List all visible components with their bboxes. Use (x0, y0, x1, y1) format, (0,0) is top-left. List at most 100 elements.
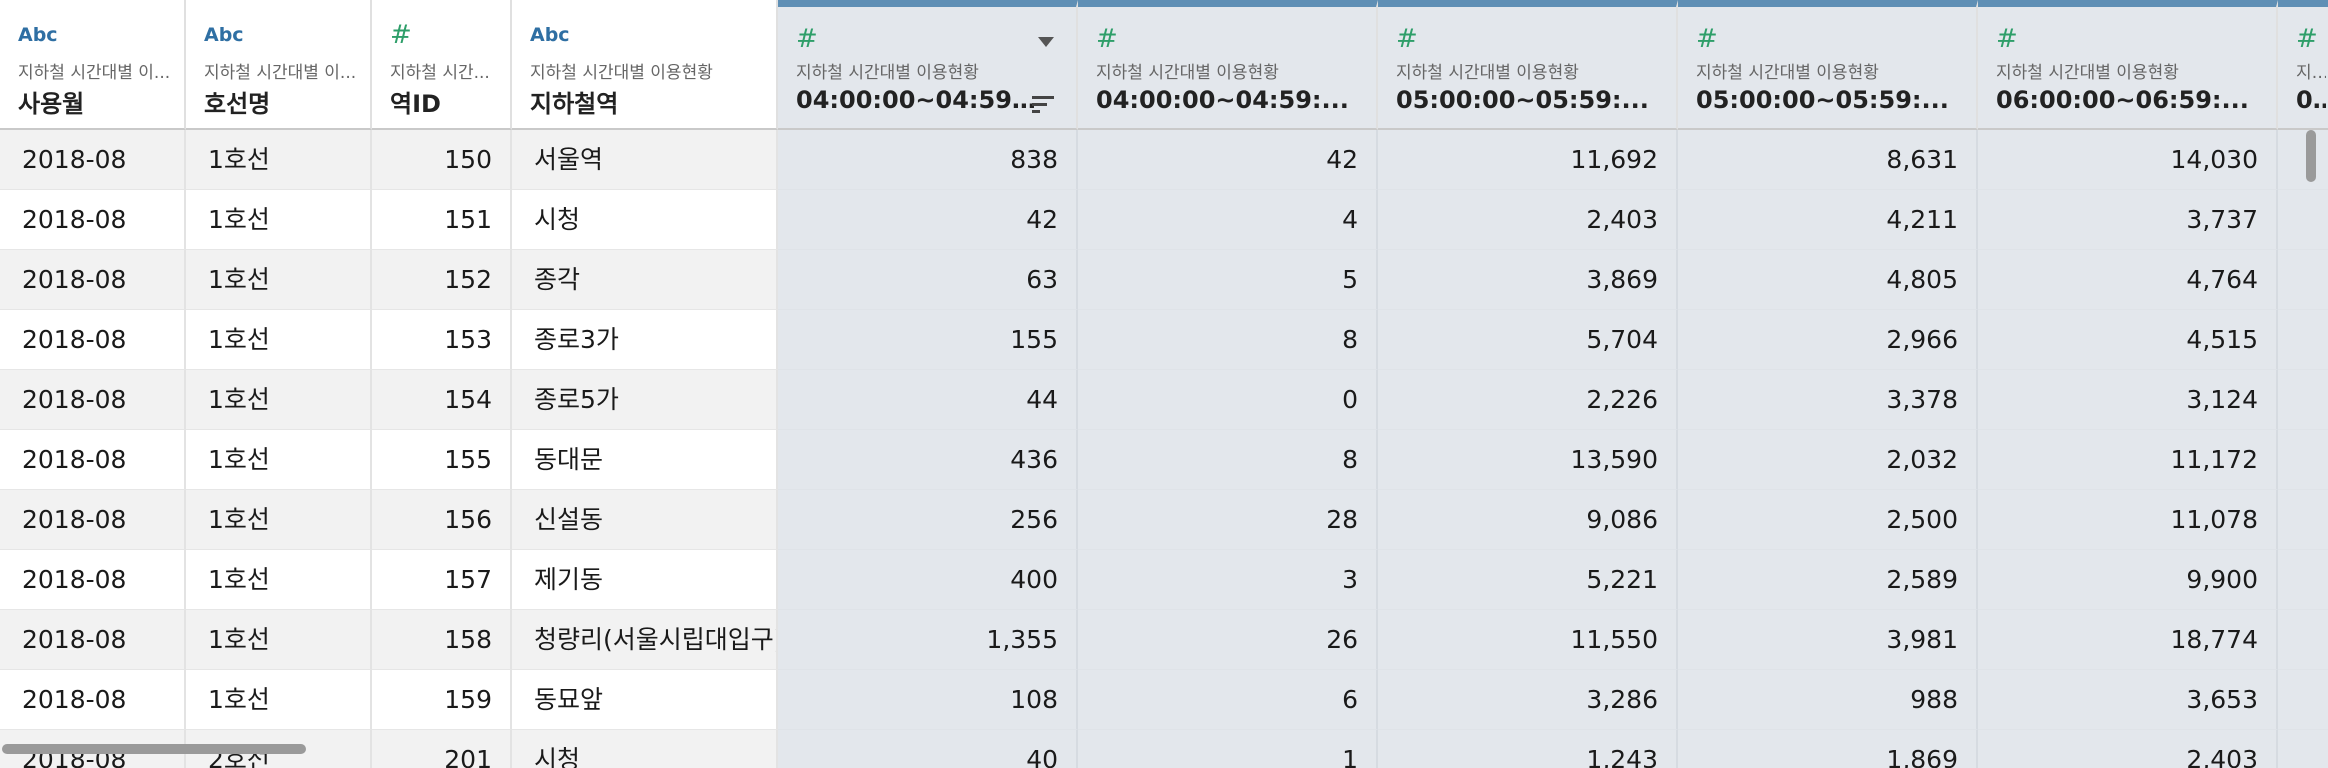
column-menu-dropdown-icon[interactable] (1038, 37, 1054, 47)
table-cell[interactable]: 201 (372, 730, 512, 768)
horizontal-scrollbar[interactable] (2, 744, 306, 754)
table-cell[interactable]: 종로3가 (512, 310, 778, 370)
table-cell[interactable]: 108 (778, 670, 1078, 730)
table-cell[interactable]: 18,774 (1978, 610, 2278, 670)
table-cell[interactable]: 2018-08 (0, 370, 186, 430)
table-cell[interactable]: 150 (372, 130, 512, 190)
table-cell[interactable]: 400 (778, 550, 1078, 610)
table-cell[interactable]: 4,805 (1678, 250, 1978, 310)
table-cell[interactable]: 2018-08 (0, 430, 186, 490)
table-cell[interactable]: 26 (1078, 610, 1378, 670)
table-cell[interactable]: 시청 (512, 190, 778, 250)
column-header[interactable]: # 지하철 시간대별 이용현황 04:00:00~04:59:... (1078, 0, 1378, 130)
table-cell[interactable] (2278, 310, 2328, 370)
table-cell[interactable]: 동대문 (512, 430, 778, 490)
table-cell[interactable]: 4,515 (1978, 310, 2278, 370)
column-header[interactable]: # 지하철 시간대별 이용현황 05:00:00~05:59:... (1678, 0, 1978, 130)
table-cell[interactable]: 1,355 (778, 610, 1078, 670)
table-cell[interactable]: 1,869 (1678, 730, 1978, 768)
table-cell[interactable]: 신설동 (512, 490, 778, 550)
table-cell[interactable]: 1호선 (186, 490, 372, 550)
table-cell[interactable] (2278, 730, 2328, 768)
table-cell[interactable]: 1호선 (186, 310, 372, 370)
table-cell[interactable]: 9,086 (1378, 490, 1678, 550)
column-header[interactable]: Abc 지하철 시간대별 이... 사용월 (0, 0, 186, 130)
table-cell[interactable]: 11,172 (1978, 430, 2278, 490)
table-cell[interactable]: 155 (778, 310, 1078, 370)
table-cell[interactable]: 2018-08 (0, 610, 186, 670)
table-cell[interactable]: 5 (1078, 250, 1378, 310)
table-cell[interactable] (2278, 670, 2328, 730)
table-cell[interactable]: 42 (778, 190, 1078, 250)
table-cell[interactable]: 28 (1078, 490, 1378, 550)
vertical-scrollbar[interactable] (2306, 130, 2316, 182)
table-cell[interactable]: 152 (372, 250, 512, 310)
table-cell[interactable]: 1호선 (186, 190, 372, 250)
table-cell[interactable]: 8 (1078, 310, 1378, 370)
table-cell[interactable]: 3,653 (1978, 670, 2278, 730)
table-cell[interactable] (2278, 490, 2328, 550)
table-cell[interactable]: 2018-08 (0, 310, 186, 370)
table-cell[interactable]: 9,900 (1978, 550, 2278, 610)
table-cell[interactable]: 2,032 (1678, 430, 1978, 490)
column-header[interactable]: # 지하철 시간대별 이용현황 05:00:00~05:59:... (1378, 0, 1678, 130)
table-cell[interactable]: 8,631 (1678, 130, 1978, 190)
table-cell[interactable]: 157 (372, 550, 512, 610)
table-cell[interactable] (2278, 550, 2328, 610)
table-cell[interactable]: 838 (778, 130, 1078, 190)
table-cell[interactable]: 6 (1078, 670, 1378, 730)
table-cell[interactable]: 155 (372, 430, 512, 490)
table-cell[interactable]: 40 (778, 730, 1078, 768)
table-cell[interactable]: 서울역 (512, 130, 778, 190)
table-cell[interactable]: 156 (372, 490, 512, 550)
table-cell[interactable]: 1호선 (186, 370, 372, 430)
table-cell[interactable] (2278, 130, 2328, 190)
table-cell[interactable] (2278, 250, 2328, 310)
table-cell[interactable]: 1호선 (186, 250, 372, 310)
table-cell[interactable]: 3,124 (1978, 370, 2278, 430)
table-cell[interactable]: 2,500 (1678, 490, 1978, 550)
table-cell[interactable]: 1 (1078, 730, 1378, 768)
table-cell[interactable] (2278, 190, 2328, 250)
table-cell[interactable]: 2018-08 (0, 490, 186, 550)
column-header[interactable]: Abc 지하철 시간대별 이... 호선명 (186, 0, 372, 130)
table-cell[interactable]: 4,764 (1978, 250, 2278, 310)
table-cell[interactable]: 4,211 (1678, 190, 1978, 250)
table-cell[interactable] (2278, 430, 2328, 490)
table-cell[interactable]: 3,869 (1378, 250, 1678, 310)
table-cell[interactable]: 3,737 (1978, 190, 2278, 250)
table-cell[interactable]: 5,704 (1378, 310, 1678, 370)
table-cell[interactable]: 1호선 (186, 430, 372, 490)
table-cell[interactable]: 1호선 (186, 610, 372, 670)
table-cell[interactable]: 1호선 (186, 670, 372, 730)
table-cell[interactable]: 14,030 (1978, 130, 2278, 190)
table-cell[interactable]: 8 (1078, 430, 1378, 490)
column-header[interactable]: # 지하철 06 (2278, 0, 2328, 130)
table-cell[interactable]: 2,403 (1978, 730, 2278, 768)
table-cell[interactable] (2278, 610, 2328, 670)
table-cell[interactable]: 159 (372, 670, 512, 730)
table-cell[interactable]: 2018-08 (0, 250, 186, 310)
table-cell[interactable]: 2018-08 (0, 190, 186, 250)
column-header[interactable]: Abc 지하철 시간대별 이용현황 지하철역 (512, 0, 778, 130)
table-cell[interactable]: 154 (372, 370, 512, 430)
table-cell[interactable]: 42 (1078, 130, 1378, 190)
table-cell[interactable]: 2018-08 (0, 550, 186, 610)
table-cell[interactable]: 3,981 (1678, 610, 1978, 670)
table-cell[interactable]: 시청 (512, 730, 778, 768)
table-cell[interactable]: 3 (1078, 550, 1378, 610)
table-cell[interactable]: 동묘앞 (512, 670, 778, 730)
table-cell[interactable]: 1,243 (1378, 730, 1678, 768)
table-cell[interactable]: 2018-08 (0, 670, 186, 730)
table-cell[interactable]: 13,590 (1378, 430, 1678, 490)
table-cell[interactable]: 종로5가 (512, 370, 778, 430)
table-cell[interactable]: 2018-08 (0, 130, 186, 190)
table-cell[interactable]: 2,589 (1678, 550, 1978, 610)
column-header[interactable]: # 지하철 시간... 역ID (372, 0, 512, 130)
table-cell[interactable]: 11,550 (1378, 610, 1678, 670)
sort-descending-icon[interactable] (1032, 96, 1054, 118)
table-cell[interactable]: 44 (778, 370, 1078, 430)
table-cell[interactable]: 5,221 (1378, 550, 1678, 610)
table-cell[interactable]: 1호선 (186, 550, 372, 610)
table-cell[interactable]: 158 (372, 610, 512, 670)
